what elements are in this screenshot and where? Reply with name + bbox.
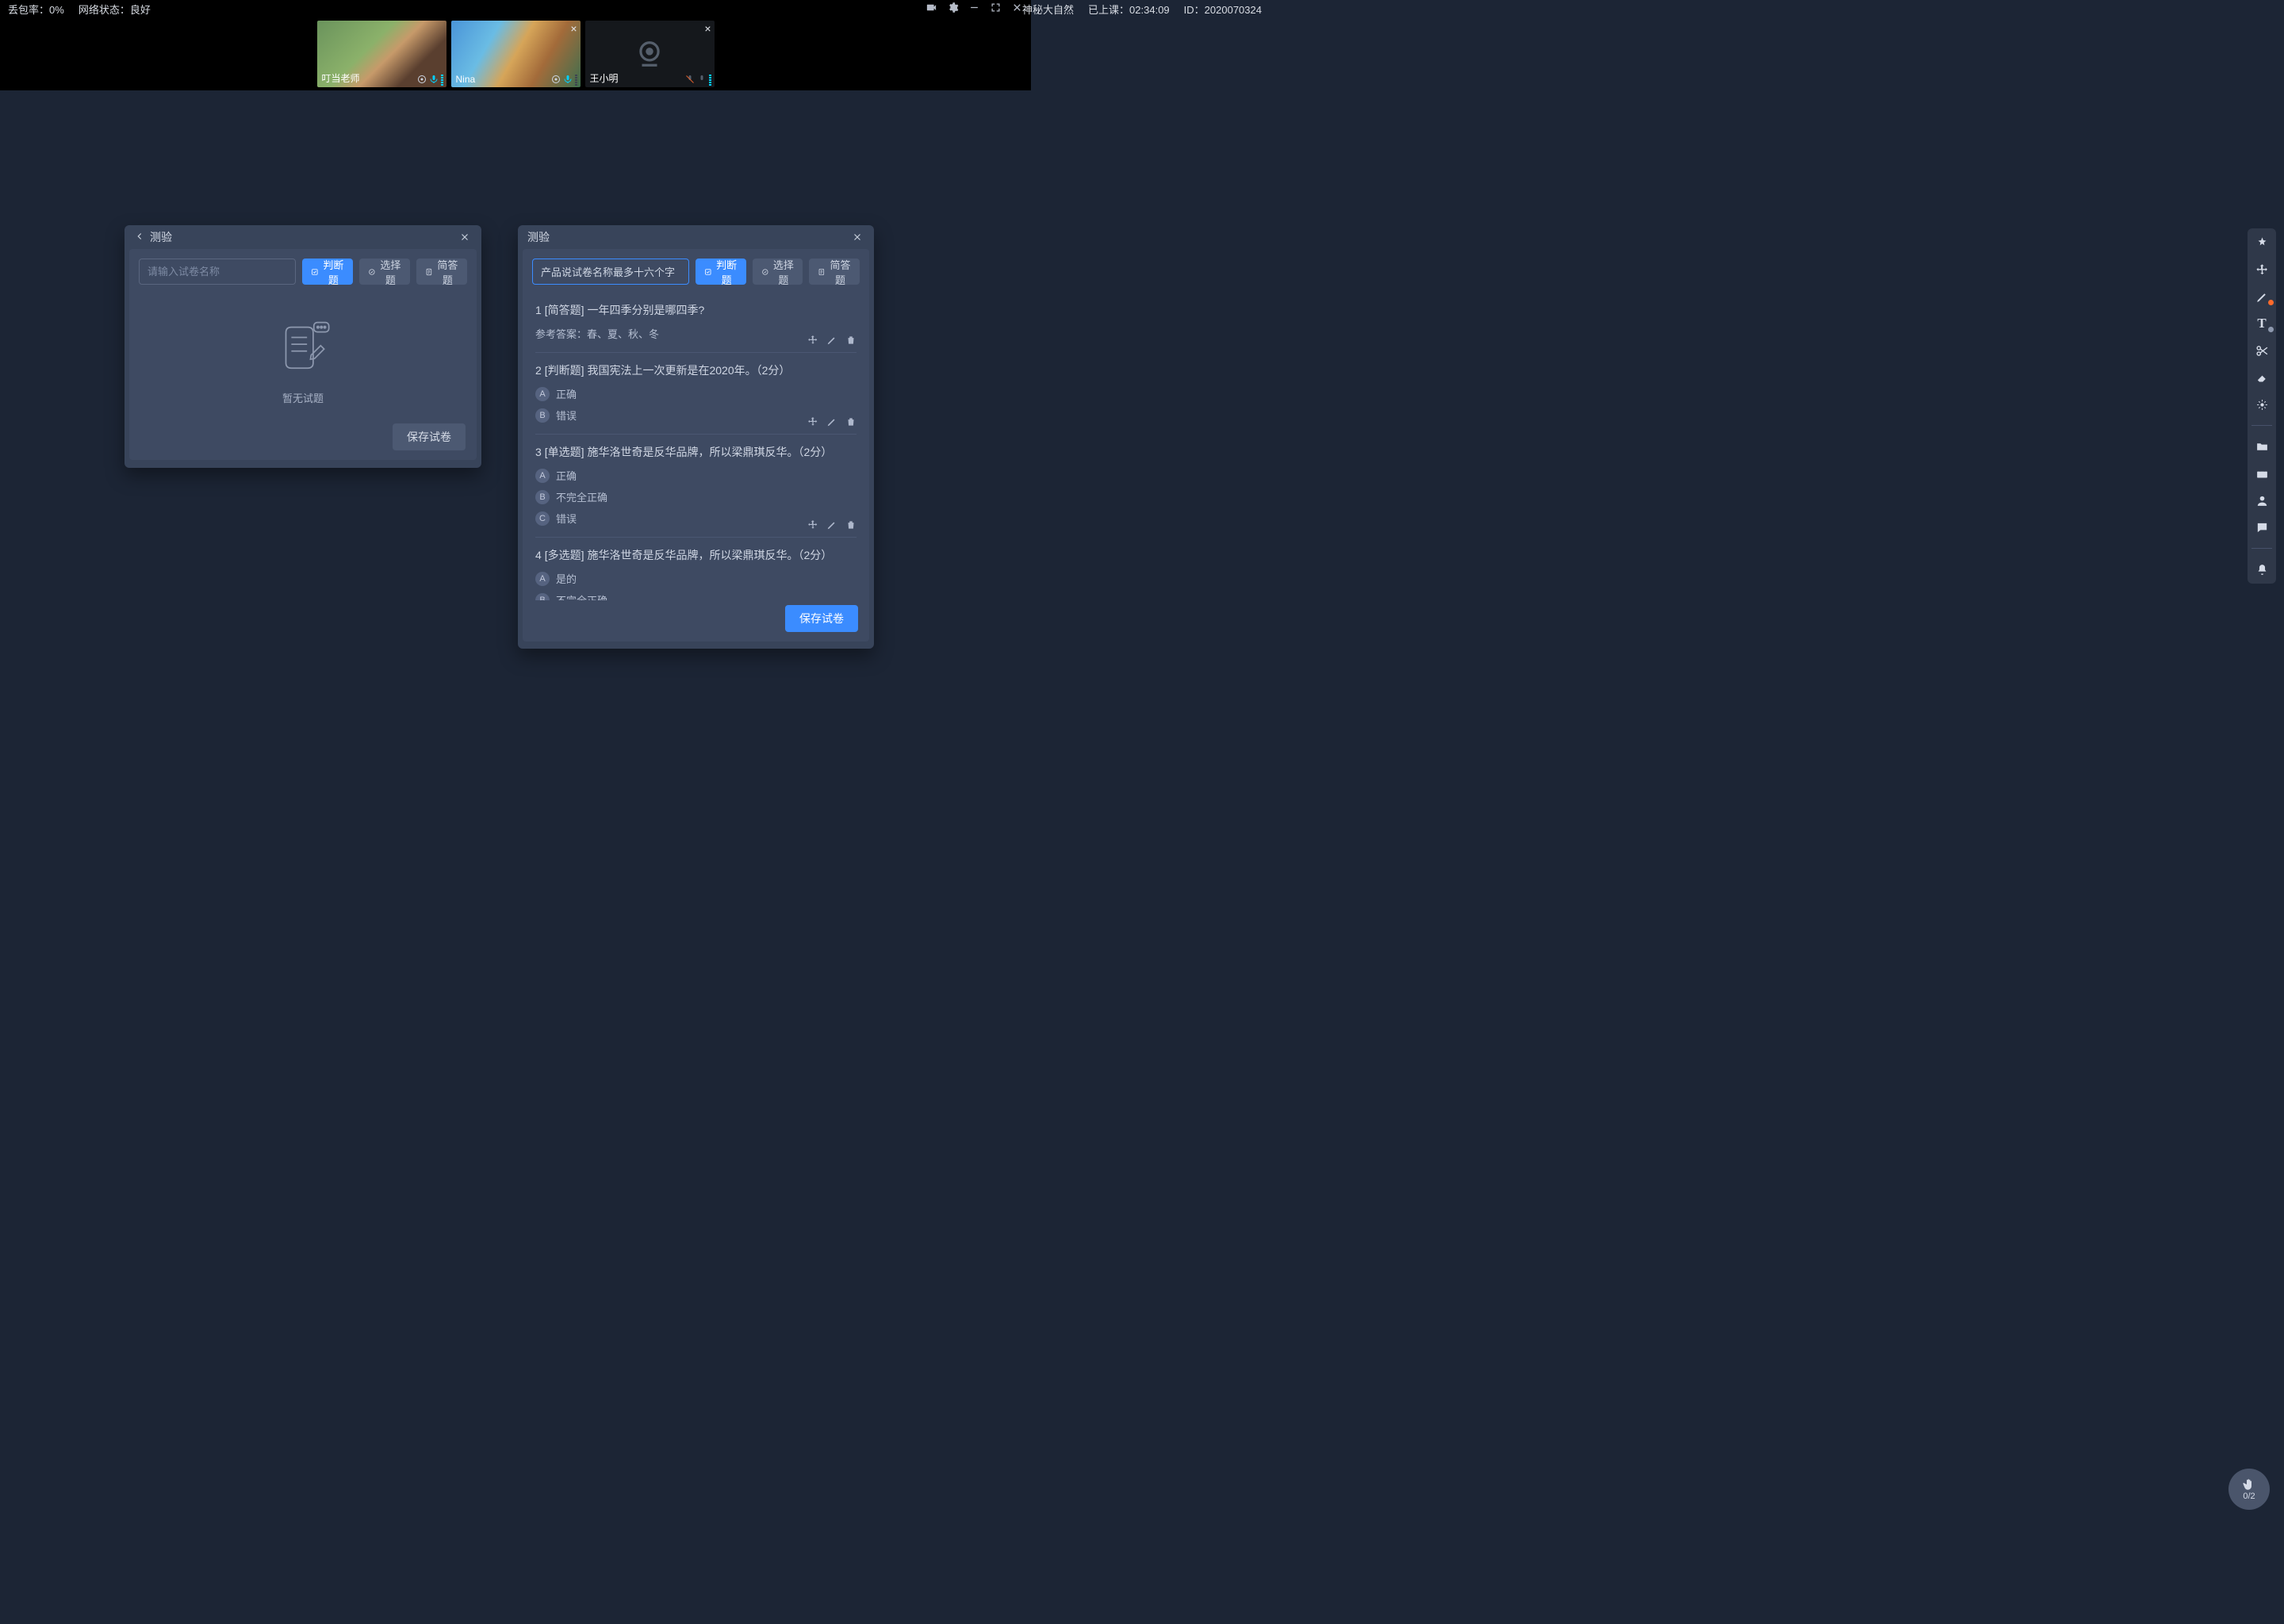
laser-tool-icon[interactable] (2251, 396, 2273, 412)
panel-close-icon[interactable] (850, 230, 864, 244)
participant-name: 叮当老师 (322, 71, 360, 85)
camera-toggle-icon[interactable] (925, 2, 937, 16)
edit-icon[interactable] (826, 416, 837, 427)
minimize-icon[interactable] (968, 2, 980, 16)
target-icon (551, 73, 561, 86)
pen-tool-icon[interactable] (2251, 289, 2273, 304)
video-tile-teacher[interactable]: 叮当老师 (317, 21, 446, 87)
question-item: 2[判断题] 我国宪法上一次更新是在2020年。（2分）A正确B错误 (535, 353, 856, 435)
video-row: 叮当老师 × Nina × 王小明 (0, 17, 1031, 90)
choice-question-button[interactable]: 选择题 (753, 259, 803, 285)
volume-meter (709, 73, 711, 86)
delete-icon[interactable] (845, 335, 856, 346)
mic-icon (563, 73, 573, 86)
move-tool-icon[interactable] (2251, 262, 2273, 278)
judge-question-button[interactable]: 判断题 (696, 259, 746, 285)
course-title: 神秘大自然 (1022, 2, 1074, 17)
question-option: B不完全正确 (535, 489, 856, 504)
judge-question-button[interactable]: 判断题 (302, 259, 353, 285)
participant-name: Nina (456, 74, 476, 85)
top-bar: 丢包率：0% 网络状态：良好 神秘大自然 已上课：02:34:09 ID：202… (0, 0, 1031, 17)
question-option: A是的 (535, 571, 856, 586)
question-item: 3[单选题] 施华洛世奇是反华品牌，所以梁鼎琪反华。（2分）A正确B不完全正确C… (535, 435, 856, 538)
whiteboard-toolbar: T (2248, 228, 2276, 584)
video-tile-camera-off[interactable]: × 王小明 (585, 21, 715, 87)
webcam-off-icon (634, 39, 665, 69)
question-option: B不完全正确 (535, 592, 856, 600)
short-answer-button[interactable]: 简答题 (416, 259, 467, 285)
question-title: 4[多选题] 施华洛世奇是反华品牌，所以梁鼎琪反华。（2分） (535, 547, 856, 563)
question-option: A正确 (535, 468, 856, 483)
raise-hand-button[interactable]: 0/2 (2228, 1469, 2270, 1510)
panel-title: 测验 (150, 229, 172, 245)
mic-icon (429, 73, 439, 86)
pointer-tool-icon[interactable] (2251, 235, 2273, 251)
target-icon (417, 73, 427, 86)
question-title: 3[单选题] 施华洛世奇是反华品牌，所以梁鼎琪反华。（2分） (535, 444, 856, 460)
empty-state: 暂无试题 (139, 293, 467, 427)
participant-name: 王小明 (590, 71, 619, 85)
quiz-panel-empty: 测验 判断题 选择题 简答题 暂无试题 保存试卷 (125, 225, 481, 468)
settings-icon[interactable] (947, 2, 959, 16)
mic-muted-icon (685, 73, 695, 86)
panel-close-icon[interactable] (458, 230, 472, 244)
video-tile-student[interactable]: × Nina (451, 21, 581, 87)
fullscreen-icon[interactable] (990, 2, 1002, 16)
edit-icon[interactable] (826, 335, 837, 346)
question-list[interactable]: 1[简答题] 一年四季分别是哪四季?参考答案：春、夏、秋、冬 2[判断题] 我国宪… (523, 293, 869, 600)
scissors-tool-icon[interactable] (2251, 343, 2273, 358)
short-answer-button[interactable]: 简答题 (809, 259, 860, 285)
packet-loss: 丢包率：0% (8, 2, 64, 17)
folder-icon[interactable] (2251, 439, 2273, 454)
bell-icon[interactable] (2251, 561, 2273, 577)
back-icon[interactable] (134, 231, 145, 244)
move-icon[interactable] (807, 519, 818, 530)
network-status: 网络状态：良好 (79, 2, 151, 17)
question-actions (807, 416, 856, 427)
question-title: 1[简答题] 一年四季分别是哪四季? (535, 302, 856, 318)
close-icon[interactable] (1011, 2, 1023, 16)
question-actions (807, 335, 856, 346)
question-item: 1[简答题] 一年四季分别是哪四季?参考答案：春、夏、秋、冬 (535, 293, 856, 353)
text-tool-icon[interactable]: T (2251, 316, 2273, 331)
question-actions (807, 519, 856, 530)
tile-close-icon[interactable]: × (704, 22, 711, 35)
choice-question-button[interactable]: 选择题 (359, 259, 410, 285)
delete-icon[interactable] (845, 416, 856, 427)
elapsed-time: 已上课：02:34:09 (1088, 2, 1170, 17)
save-quiz-button[interactable]: 保存试卷 (785, 605, 858, 632)
panel-title: 测验 (527, 229, 550, 245)
mic-icon (697, 73, 707, 86)
move-icon[interactable] (807, 335, 818, 346)
raise-hand-count: 0/2 (2243, 1492, 2255, 1501)
volume-meter (575, 73, 577, 86)
quiz-panel-filled: 测验 判断题 选择题 简答题 1[简答题] 一年四季分别是哪四季?参考答案：春、… (518, 225, 874, 649)
question-item: 4[多选题] 施华洛世奇是反华品牌，所以梁鼎琪反华。（2分）A是的B不完全正确C… (535, 538, 856, 600)
quiz-name-input[interactable] (532, 259, 689, 285)
move-icon[interactable] (807, 416, 818, 427)
session-id: ID：2020070324 (1184, 2, 1262, 17)
person-icon[interactable] (2251, 492, 2273, 508)
delete-icon[interactable] (845, 519, 856, 530)
question-option: A正确 (535, 386, 856, 401)
save-quiz-button[interactable]: 保存试卷 (393, 423, 466, 450)
edit-icon[interactable] (826, 519, 837, 530)
chat-icon[interactable] (2251, 519, 2273, 535)
quiz-name-input[interactable] (139, 259, 296, 285)
volume-meter (441, 73, 443, 86)
toolbox-icon[interactable] (2251, 465, 2273, 481)
tile-close-icon[interactable]: × (570, 22, 577, 35)
empty-illustration-icon (269, 316, 337, 384)
empty-text: 暂无试题 (282, 390, 324, 405)
eraser-tool-icon[interactable] (2251, 370, 2273, 385)
question-title: 2[判断题] 我国宪法上一次更新是在2020年。（2分） (535, 362, 856, 378)
